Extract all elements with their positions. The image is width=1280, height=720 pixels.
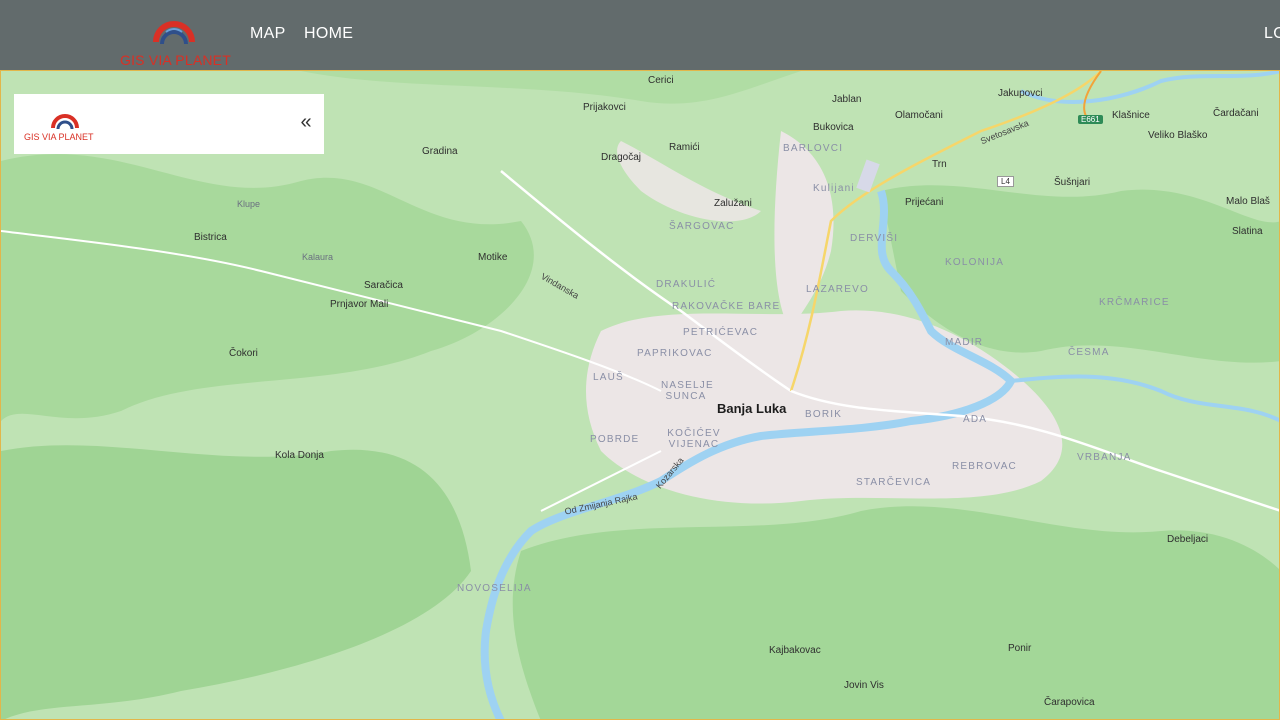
top-navbar: GIS VIA PLANET MAP HOME LO xyxy=(0,0,1280,70)
nav-home-link[interactable]: HOME xyxy=(304,25,353,43)
place-label: Ramići xyxy=(669,142,700,153)
district-label: NASELJE SUNCA xyxy=(661,380,714,402)
place-label: Čarapovica xyxy=(1044,697,1095,708)
city-label-banja-luka: Banja Luka xyxy=(717,401,787,416)
district-label: DERVIŠI xyxy=(850,233,899,244)
place-label: Klašnice xyxy=(1112,110,1150,121)
place-label: Cerici xyxy=(648,75,674,86)
place-label: Slatina xyxy=(1232,226,1263,237)
district-label: RAKOVAČKE BARE xyxy=(672,301,781,312)
district-label: REBROVAC xyxy=(952,461,1017,472)
planet-logo-icon xyxy=(51,114,79,130)
district-label: POBRDE xyxy=(590,434,640,445)
map-canvas[interactable]: Cerici Jablan Jakupovci Prijakovci Olamo… xyxy=(0,70,1280,720)
district-label: ČESMA xyxy=(1068,347,1110,358)
district-label: Kulijani xyxy=(813,183,855,194)
district-label: ADA xyxy=(963,414,988,425)
district-label: KRČMARICE xyxy=(1099,297,1170,308)
place-label: Dragočaj xyxy=(601,152,642,163)
district-label: BORIK xyxy=(805,409,843,420)
peak-label: Klupe xyxy=(237,199,261,209)
place-label: Malo Blaš xyxy=(1226,196,1270,207)
panel-brand-text: GIS VIA PLANET xyxy=(24,132,94,142)
district-label: LAZAREVO xyxy=(806,284,869,295)
place-label: Čardačani xyxy=(1213,108,1259,119)
district-label: VRBANJA xyxy=(1077,452,1132,463)
brand-logo[interactable]: GIS VIA PLANET xyxy=(116,2,232,68)
side-panel: GIS VIA PLANET « xyxy=(14,94,324,154)
district-label: PAPRIKOVAC xyxy=(637,348,713,359)
district-label: BARLOVCI xyxy=(783,143,844,154)
place-label: Prijećani xyxy=(905,197,944,208)
road-shield-e661: E661 xyxy=(1078,115,1103,124)
nav-map-link[interactable]: MAP xyxy=(250,25,286,43)
district-label: LAUŠ xyxy=(593,372,624,383)
place-label: Bistrica xyxy=(194,232,227,243)
district-label: MADIR xyxy=(945,337,984,348)
place-label: Kola Donja xyxy=(275,450,324,461)
planet-logo-icon xyxy=(153,21,195,45)
road-shield-l4: L4 xyxy=(997,176,1014,187)
place-label: Trn xyxy=(932,159,947,170)
map-terrain xyxy=(1,71,1279,719)
place-label: Olamočani xyxy=(895,110,943,121)
place-label: Bukovica xyxy=(813,122,854,133)
place-label: Prijakovci xyxy=(583,102,626,113)
place-label: Jakupovci xyxy=(998,88,1043,99)
place-label: Motike xyxy=(478,252,508,263)
place-label: Jablan xyxy=(832,94,862,105)
district-label: PETRIĆEVAC xyxy=(683,327,759,338)
place-label: Šušnjari xyxy=(1054,177,1091,188)
peak-label: Kalaura xyxy=(302,252,334,262)
place-label: Čokori xyxy=(229,348,258,359)
place-label: Debeljaci xyxy=(1167,534,1209,545)
place-label: Zalužani xyxy=(714,198,752,209)
district-label: DRAKULIĆ xyxy=(656,279,717,290)
panel-logo[interactable]: GIS VIA PLANET xyxy=(24,104,108,144)
district-label: NOVOSELIJA xyxy=(457,583,532,594)
nav-login-link[interactable]: LO xyxy=(1264,25,1280,43)
brand-text: GIS VIA PLANET xyxy=(120,52,231,68)
place-label: Kajbakovac xyxy=(769,645,821,656)
place-label: Veliko Blaško xyxy=(1148,130,1208,141)
district-label: KOČIĆEV VIJENAC xyxy=(667,428,721,450)
district-label: ŠARGOVAC xyxy=(669,221,735,232)
district-label: STARČEVICA xyxy=(856,477,932,488)
place-label: Jovin Vis xyxy=(844,680,884,691)
place-label: Ponir xyxy=(1008,643,1032,654)
place-label: Saračica xyxy=(364,280,403,291)
district-label: KOLONIJA xyxy=(945,257,1005,268)
place-label: Gradina xyxy=(422,146,458,157)
place-label: Prnjavor Mali xyxy=(330,299,389,310)
collapse-panel-icon[interactable]: « xyxy=(296,112,316,134)
